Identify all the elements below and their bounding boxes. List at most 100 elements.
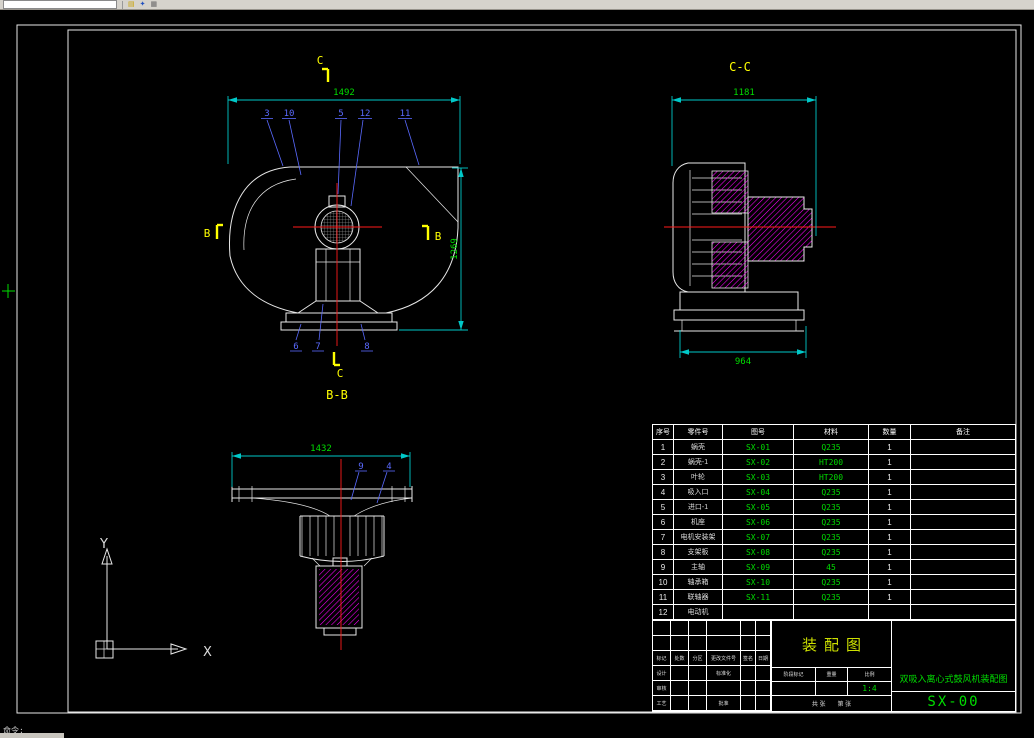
dim-964: 964 bbox=[679, 326, 807, 367]
section-label-b-right: B bbox=[435, 230, 442, 243]
svg-text:4: 4 bbox=[386, 462, 391, 472]
bom-cell: 12 bbox=[653, 605, 674, 620]
bom-cell: 4 bbox=[653, 485, 674, 500]
bom-cell: 11 bbox=[653, 590, 674, 605]
bom-cell: 蜗壳 bbox=[674, 440, 723, 455]
svg-text:10: 10 bbox=[284, 109, 295, 119]
tb-cell bbox=[756, 636, 771, 651]
bom-cell bbox=[869, 605, 911, 620]
tb-label-scale: 比例 bbox=[848, 668, 891, 682]
tb-sheets-total: 共 张 bbox=[811, 701, 826, 708]
bom-cell: SX-06 bbox=[723, 515, 794, 530]
view-title-bb: B-B bbox=[326, 388, 348, 402]
balloon-8: 8 bbox=[360, 323, 373, 352]
bom-cell: 联轴器 bbox=[674, 590, 723, 605]
tb-cell bbox=[689, 621, 707, 636]
bom-cell: Q235 bbox=[794, 590, 869, 605]
ucs-x-label: X bbox=[203, 645, 212, 660]
bom-table: 序号 零件号 图号 材料 数量 备注 1 蜗壳 SX-01 Q235 1 2 蜗壳-1 SX-02 HT20… bbox=[653, 425, 1015, 620]
drawing-title: 装配图 bbox=[771, 621, 891, 668]
bom-cell: SX-04 bbox=[723, 485, 794, 500]
view-plan: 1432 9 4 bbox=[231, 444, 413, 650]
bom-header-cell: 材料 bbox=[794, 425, 869, 440]
bom-cell: 5 bbox=[653, 500, 674, 515]
bom-cell bbox=[911, 530, 1015, 545]
bom-cell: Q235 bbox=[794, 530, 869, 545]
svg-text:1269: 1269 bbox=[450, 238, 460, 260]
bom-cell: 进口-1 bbox=[674, 500, 723, 515]
bom-cell: 电机安装架 bbox=[674, 530, 723, 545]
toolbar-combobox[interactable] bbox=[3, 0, 117, 9]
bom-cell: 1 bbox=[653, 440, 674, 455]
bom-cell: 45 bbox=[794, 560, 869, 575]
svg-text:12: 12 bbox=[360, 109, 371, 119]
tb-cell bbox=[689, 636, 707, 651]
tb-label-zone: 分区 bbox=[689, 651, 707, 666]
bom-cell bbox=[911, 500, 1015, 515]
section-mark-b-left bbox=[215, 223, 223, 239]
product-name: 双吸入离心式鼓风机装配图 bbox=[891, 621, 1015, 691]
balloon-12: 12 bbox=[350, 109, 372, 207]
bom-cell: 7 bbox=[653, 530, 674, 545]
bom-cell bbox=[911, 515, 1015, 530]
bom-cell: 3 bbox=[653, 470, 674, 485]
tb-cell bbox=[653, 621, 671, 636]
bom-cell bbox=[911, 440, 1015, 455]
tb-cell bbox=[671, 666, 689, 681]
tb-label-design: 设计 bbox=[653, 666, 671, 681]
cc-base bbox=[673, 291, 805, 332]
view-section-cc: C-C 1181 964 bbox=[664, 60, 836, 367]
open-icon[interactable]: ▤ bbox=[128, 1, 135, 9]
bom-cell: 1 bbox=[869, 485, 911, 500]
svg-text:11: 11 bbox=[400, 109, 411, 119]
tb-cell bbox=[756, 696, 771, 711]
tb-cell bbox=[707, 681, 741, 696]
bom-cell: SX-10 bbox=[723, 575, 794, 590]
tb-cell bbox=[741, 636, 756, 651]
svg-text:7: 7 bbox=[315, 342, 320, 352]
bom-cell: HT200 bbox=[794, 455, 869, 470]
tb-cell bbox=[671, 681, 689, 696]
tb-cell bbox=[689, 666, 707, 681]
bom-header-cell: 图号 bbox=[723, 425, 794, 440]
svg-text:1492: 1492 bbox=[333, 88, 355, 98]
bom-cell: 1 bbox=[869, 500, 911, 515]
section-label-b-left: B bbox=[204, 227, 211, 240]
bom-cell: 轴承箱 bbox=[674, 575, 723, 590]
balloon-7: 7 bbox=[312, 303, 324, 352]
bom-cell: Q235 bbox=[794, 515, 869, 530]
tb-scale-value: 1:4 bbox=[848, 682, 891, 696]
bom-cell: 1 bbox=[869, 470, 911, 485]
bom-cell: 1 bbox=[869, 575, 911, 590]
cc-hub-hatch bbox=[711, 170, 749, 289]
bom-cell: 叶轮 bbox=[674, 470, 723, 485]
bom-cell: 1 bbox=[869, 440, 911, 455]
svg-text:1432: 1432 bbox=[310, 444, 332, 454]
bom-cell: Q235 bbox=[794, 575, 869, 590]
bom-cell: 吸入口 bbox=[674, 485, 723, 500]
grid-icon[interactable]: ▦ bbox=[151, 1, 158, 9]
bom-cell: 2 bbox=[653, 455, 674, 470]
motor-hatch bbox=[747, 196, 813, 262]
bom-cell: Q235 bbox=[794, 440, 869, 455]
bom-cell: 1 bbox=[869, 455, 911, 470]
bom-header-cell: 数量 bbox=[869, 425, 911, 440]
bom-cell: 1 bbox=[869, 560, 911, 575]
bom-cell: 1 bbox=[869, 515, 911, 530]
bom-cell: 10 bbox=[653, 575, 674, 590]
svg-text:5: 5 bbox=[338, 109, 343, 119]
tb-label-sign: 签名 bbox=[741, 651, 756, 666]
bom-cell: 机座 bbox=[674, 515, 723, 530]
bom-cell: SX-07 bbox=[723, 530, 794, 545]
bom-cell bbox=[911, 605, 1015, 620]
section-mark-b-right bbox=[422, 224, 430, 240]
svg-text:964: 964 bbox=[735, 357, 751, 367]
tb-cell bbox=[689, 696, 707, 711]
favorites-icon[interactable]: ✦ bbox=[140, 1, 146, 9]
tb-label-standard: 标准化 bbox=[707, 666, 741, 681]
bom-cell: SX-03 bbox=[723, 470, 794, 485]
balloon-6: 6 bbox=[290, 323, 302, 352]
tb-sheet-number: 第 张 bbox=[837, 701, 852, 708]
toolbar-separator bbox=[122, 0, 123, 9]
bom-cell bbox=[911, 560, 1015, 575]
